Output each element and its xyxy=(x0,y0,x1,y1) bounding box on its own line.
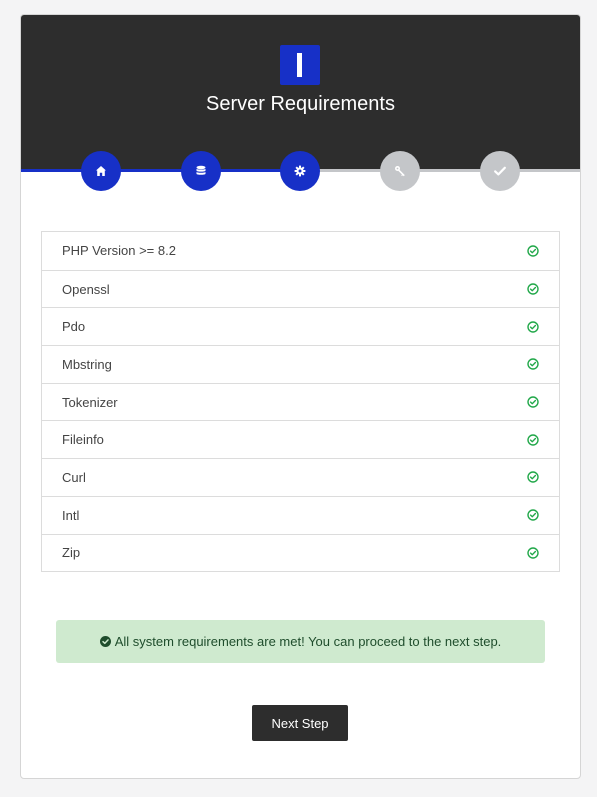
key-icon xyxy=(395,166,405,177)
requirement-label: Intl xyxy=(62,507,80,523)
requirement-label: Mbstring xyxy=(62,356,112,372)
check-circle-icon xyxy=(527,434,539,446)
step-database[interactable] xyxy=(181,151,221,191)
check-circle-icon xyxy=(527,547,539,559)
check-circle-icon xyxy=(527,396,539,408)
step-home[interactable] xyxy=(81,151,121,191)
requirement-row: Intl xyxy=(42,495,559,534)
requirement-row: Tokenizer xyxy=(42,382,559,421)
step-finish[interactable] xyxy=(480,151,520,191)
check-circle-icon xyxy=(527,245,539,257)
requirement-label: Curl xyxy=(62,469,86,485)
requirement-label: Zip xyxy=(62,545,81,561)
check-circle-icon xyxy=(527,321,539,333)
alert-message: All system requirements are met! You can… xyxy=(114,634,502,649)
requirement-label: Pdo xyxy=(62,319,86,335)
requirement-label: Openssl xyxy=(62,281,110,297)
requirement-label: Fileinfo xyxy=(62,432,104,448)
check-icon xyxy=(494,166,506,176)
requirements-list: PHP Version >= 8.2 Openssl Pdo Mbstring … xyxy=(41,231,560,573)
requirement-row: Curl xyxy=(42,458,559,496)
home-icon xyxy=(96,166,106,176)
check-circle-icon xyxy=(527,509,539,521)
gear-icon xyxy=(294,165,306,177)
requirement-row: PHP Version >= 8.2 xyxy=(42,232,559,270)
check-circle-icon xyxy=(99,636,111,647)
installer-logo-icon xyxy=(280,45,320,85)
progress-fill xyxy=(21,169,301,172)
requirement-row: Openssl xyxy=(42,269,559,308)
requirement-row: Mbstring xyxy=(42,345,559,383)
requirement-label: Tokenizer xyxy=(62,394,118,410)
check-circle-icon xyxy=(527,358,539,371)
database-icon xyxy=(196,165,206,175)
requirement-row: Fileinfo xyxy=(42,420,559,458)
header: Server Requirements xyxy=(21,15,580,170)
step-settings[interactable] xyxy=(280,151,320,191)
check-circle-icon xyxy=(527,283,539,295)
check-circle-icon xyxy=(527,471,539,484)
step-license-key[interactable] xyxy=(380,151,420,191)
page-title: Server Requirements xyxy=(206,93,395,115)
requirement-row: Pdo xyxy=(42,307,559,345)
requirement-row: Zip xyxy=(42,533,559,572)
success-alert: All system requirements are met! You can… xyxy=(56,620,545,663)
requirement-label: PHP Version >= 8.2 xyxy=(62,243,176,259)
next-step-button[interactable]: Next Step xyxy=(252,705,348,741)
installer-card: Server Requirements PHP Version >= 8.2 O… xyxy=(20,14,581,779)
